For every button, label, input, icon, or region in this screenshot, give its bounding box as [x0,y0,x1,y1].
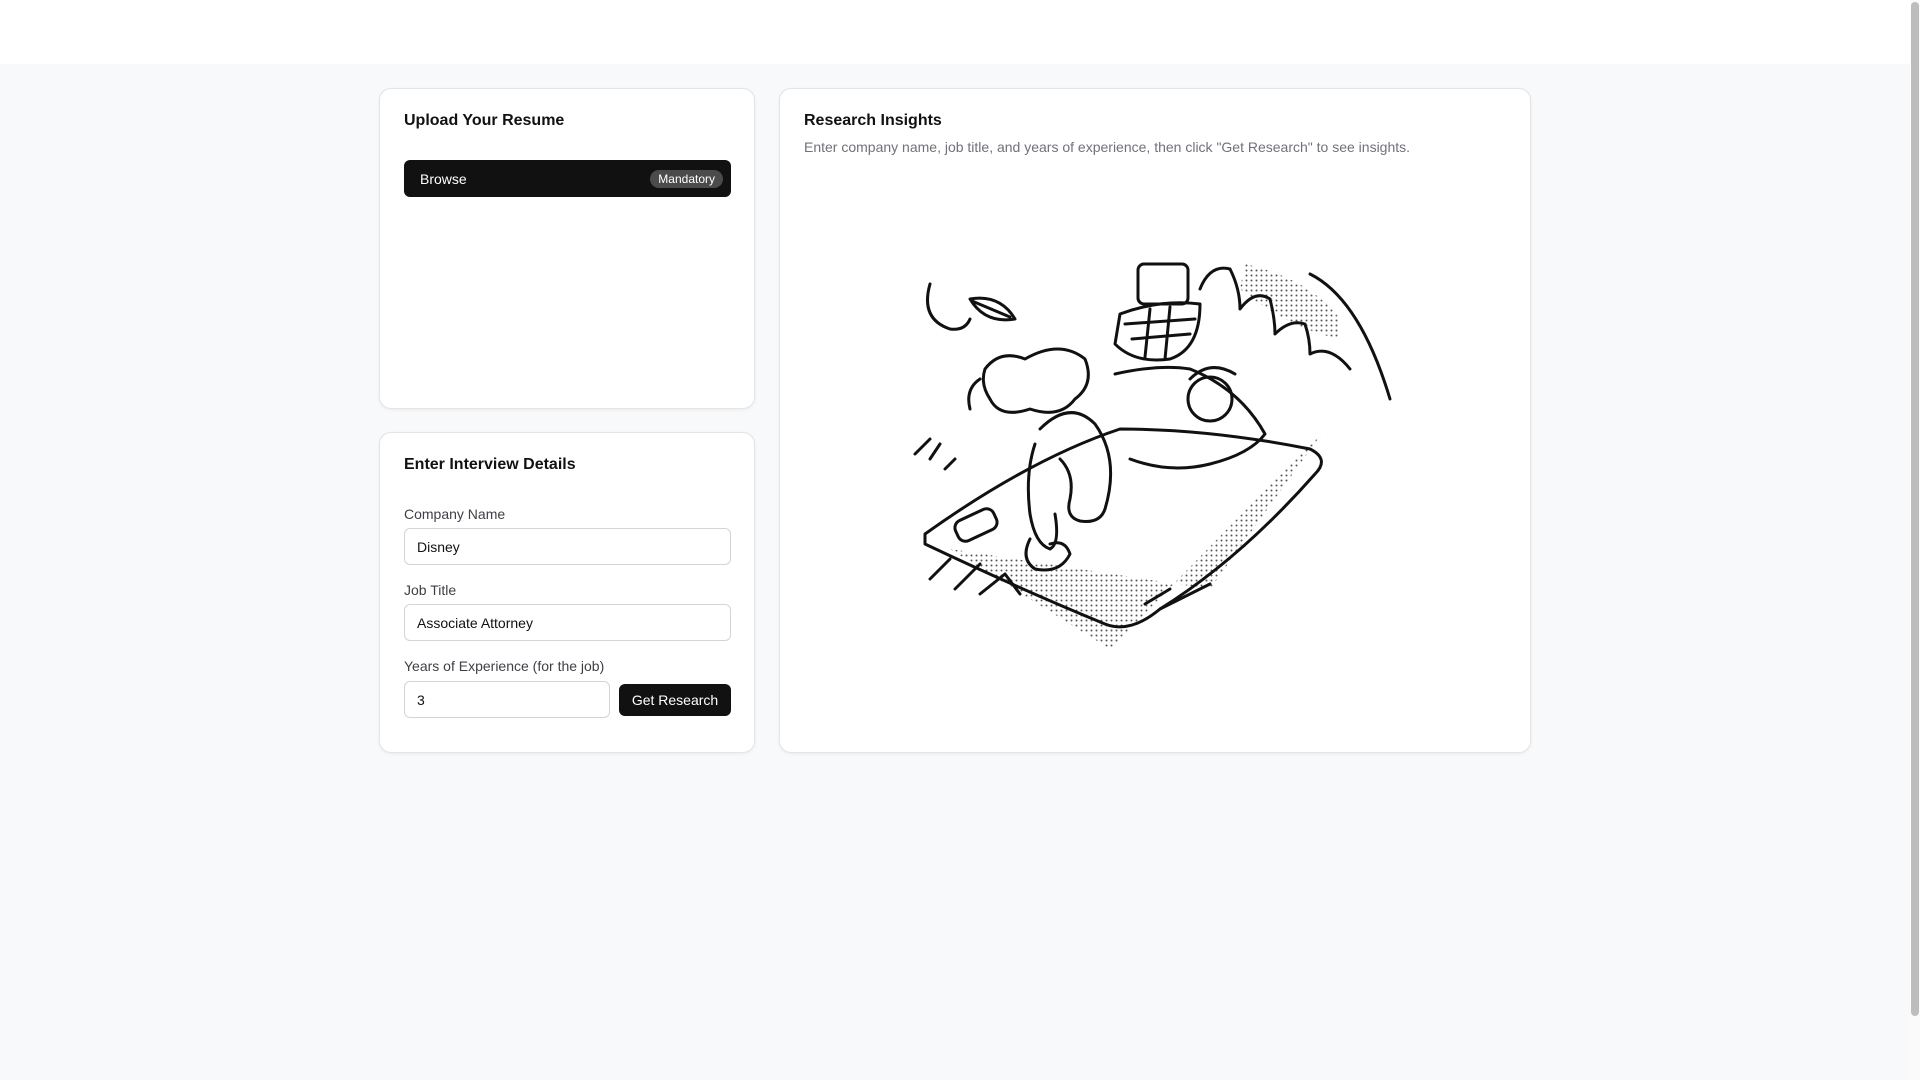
years-experience-label: Years of Experience (for the job) [404,658,605,674]
research-card-title: Research Insights [804,112,942,129]
interview-details-card: Enter Interview Details Company Name Job… [379,432,755,753]
upload-card-title: Upload Your Resume [404,112,565,129]
browse-label: Browse [420,170,467,187]
company-name-label: Company Name [404,506,506,522]
details-card-title: Enter Interview Details [404,456,576,473]
years-experience-input[interactable] [404,681,610,718]
company-name-input[interactable] [404,528,731,565]
research-insights-card: Research Insights Enter company name, jo… [779,88,1531,753]
get-research-button[interactable]: Get Research [619,684,731,716]
job-title-label: Job Title [404,582,457,598]
job-title-input[interactable] [404,604,731,641]
browse-button[interactable]: Browse Mandatory [404,160,731,197]
research-subtitle: Enter company name, job title, and years… [804,139,1411,155]
scrollbar-thumb[interactable] [1911,2,1919,1016]
page-scrollbar[interactable] [1910,0,1920,1080]
upload-resume-card: Upload Your Resume Browse Mandatory [379,88,755,409]
top-header-bar [0,0,1910,64]
picnic-relaxing-illustration-icon [913,262,1392,649]
mandatory-badge: Mandatory [650,169,723,188]
